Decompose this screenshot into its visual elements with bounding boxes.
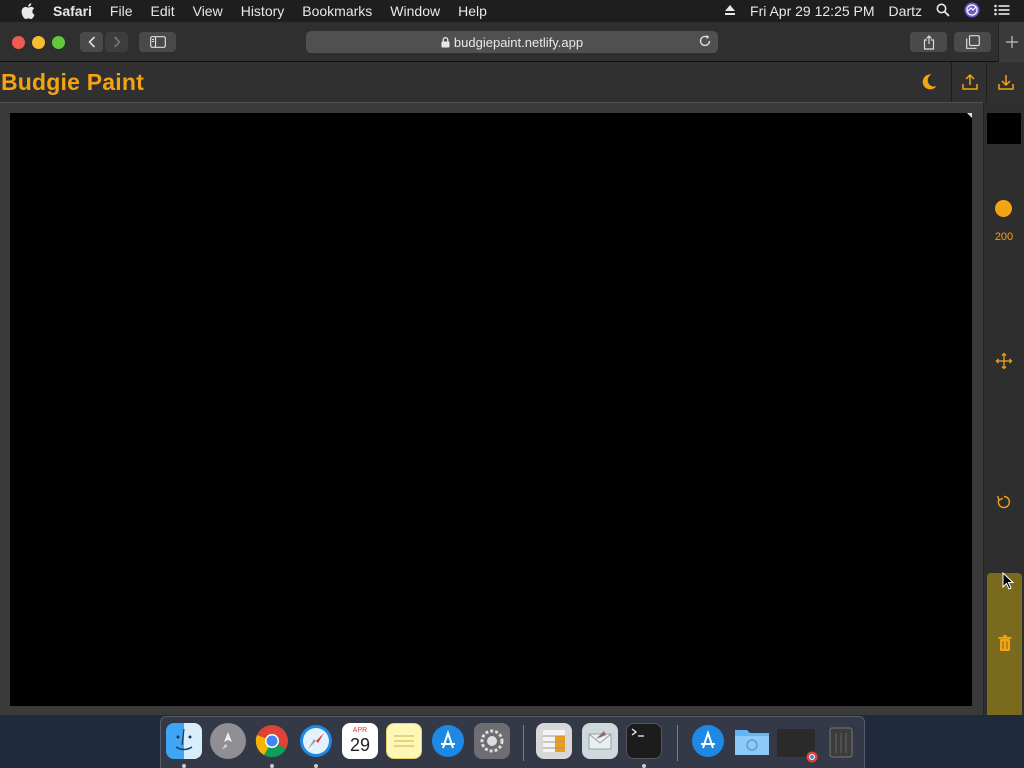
header-divider — [986, 62, 987, 102]
notes-icon[interactable] — [386, 723, 422, 759]
notification-center-icon[interactable] — [994, 3, 1010, 19]
menu-file[interactable]: File — [110, 3, 133, 19]
download-icon[interactable] — [995, 71, 1017, 93]
move-pan-icon[interactable] — [994, 351, 1014, 371]
trash-can-icon[interactable] — [823, 723, 859, 759]
spotlight-search-icon[interactable] — [936, 3, 950, 20]
calendar-month: APR — [352, 727, 368, 734]
canvas-resize-handle[interactable] — [967, 113, 972, 118]
tab-overview-button[interactable] — [954, 32, 991, 52]
dock-separator — [523, 725, 524, 761]
close-window-button[interactable] — [12, 36, 25, 49]
menu-bookmarks[interactable]: Bookmarks — [302, 3, 372, 19]
trash-icon — [995, 633, 1015, 653]
calculator-icon[interactable] — [536, 723, 572, 759]
canvas-workspace — [0, 102, 983, 715]
tool-sidebar: 200 — [983, 102, 1024, 715]
chrome-icon[interactable] — [254, 723, 290, 759]
menubar-clock[interactable]: Fri Apr 29 12:25 PM — [750, 3, 875, 19]
upload-icon[interactable] — [959, 71, 981, 93]
reload-icon[interactable] — [698, 34, 712, 51]
color-picker-swatch[interactable] — [987, 113, 1021, 144]
header-divider — [951, 62, 952, 102]
menu-window[interactable]: Window — [390, 3, 440, 19]
terminal-icon[interactable] — [626, 723, 662, 759]
eject-icon[interactable] — [724, 3, 736, 19]
finder-icon[interactable] — [166, 723, 202, 759]
new-tab-button[interactable] — [998, 22, 1024, 62]
brush-size-value: 200 — [994, 231, 1014, 243]
undo-icon[interactable] — [994, 492, 1014, 512]
running-indicator — [182, 764, 186, 768]
mouse-cursor-icon — [1002, 571, 1015, 595]
system-preferences-icon[interactable] — [474, 723, 510, 759]
address-bar[interactable]: budgiepaint.netlify.app — [306, 31, 718, 53]
launchpad-icon[interactable] — [210, 723, 246, 759]
running-indicator — [642, 764, 646, 768]
brush-size-indicator[interactable] — [995, 200, 1012, 217]
back-button[interactable] — [80, 32, 103, 52]
app-title: Budgie Paint — [1, 69, 144, 95]
lock-icon — [441, 36, 450, 48]
share-button[interactable] — [910, 32, 947, 52]
menu-edit[interactable]: Edit — [150, 3, 174, 19]
running-indicator — [270, 764, 274, 768]
mail-icon[interactable] — [582, 723, 618, 759]
calendar-icon[interactable]: APR 29 — [342, 723, 378, 759]
calendar-day: 29 — [349, 735, 371, 755]
forward-button[interactable] — [105, 32, 128, 52]
app-header: Budgie Paint — [0, 62, 1024, 102]
address-url: budgiepaint.netlify.app — [453, 34, 584, 50]
menu-help[interactable]: Help — [458, 3, 487, 19]
app-store-downloads-icon[interactable] — [690, 723, 726, 759]
drawing-canvas[interactable] — [10, 113, 972, 706]
running-indicator — [314, 764, 318, 768]
dark-mode-moon-icon[interactable] — [918, 71, 940, 93]
safari-icon[interactable] — [298, 723, 334, 759]
minimize-window-button[interactable] — [32, 36, 45, 49]
menu-view[interactable]: View — [193, 3, 223, 19]
menu-app-name[interactable]: Safari — [53, 3, 92, 19]
menubar-user[interactable]: Dartz — [889, 3, 922, 19]
siri-icon[interactable] — [964, 2, 980, 21]
dock-separator — [677, 725, 678, 761]
browser-toolbar: budgiepaint.netlify.app — [0, 22, 1024, 62]
chrome-window-thumbnail[interactable] — [777, 729, 818, 763]
apple-menu-icon[interactable] — [19, 0, 37, 22]
app-store-icon[interactable] — [430, 723, 466, 759]
sidebar-toggle-button[interactable] — [139, 32, 176, 52]
menu-history[interactable]: History — [241, 3, 285, 19]
dock: APR 29 — [160, 716, 865, 768]
zoom-window-button[interactable] — [52, 36, 65, 49]
folder-icon[interactable] — [734, 723, 770, 759]
menu-bar: Safari File Edit View History Bookmarks … — [0, 0, 1024, 22]
